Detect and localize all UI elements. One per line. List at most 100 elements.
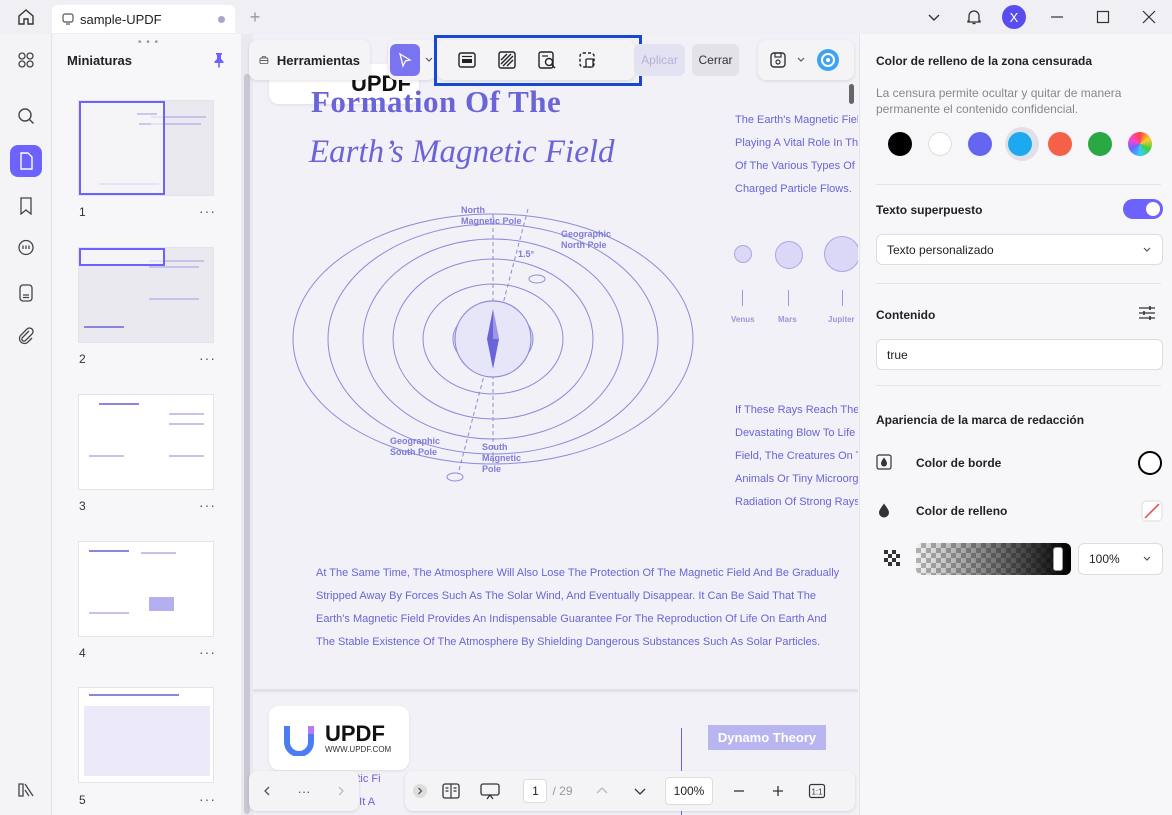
overlay-text-option: Texto personalizado — [887, 242, 994, 257]
page-thumbnail-1[interactable] — [78, 100, 214, 196]
swatch-sky-blue[interactable] — [1008, 132, 1032, 156]
rail-active-background — [10, 145, 42, 177]
thumbnail-number-3: 3 — [79, 499, 86, 513]
extra-tools-group — [758, 40, 854, 80]
body-line-3: Earth's Magnetic Field Provides An Indis… — [316, 613, 827, 625]
page-layout-button[interactable] — [435, 771, 467, 811]
thumbnail-more-button-5[interactable]: ··· — [199, 791, 216, 807]
fill-color-row: Color de relleno — [876, 496, 1163, 526]
swatch-white[interactable] — [928, 132, 952, 156]
no-fill-swatch[interactable] — [1141, 500, 1163, 522]
chevron-left-icon[interactable] — [261, 785, 273, 797]
opacity-dropdown[interactable]: 100% — [1078, 543, 1163, 575]
chevron-right-icon[interactable] — [335, 785, 347, 797]
collapse-bar-button[interactable] — [405, 771, 435, 811]
swatch-red[interactable] — [1048, 132, 1072, 156]
presentation-icon — [480, 783, 500, 800]
thumbnail-more-button-3[interactable]: ··· — [199, 497, 216, 513]
left-tool-rail — [0, 34, 52, 815]
chevron-down-button[interactable] — [914, 0, 954, 34]
sliders-icon[interactable] — [1138, 304, 1156, 322]
declination-angle-label: 1.5° — [518, 249, 535, 259]
body-line-2: Stripped Away By Forces Such As The Sola… — [316, 590, 816, 602]
content-input[interactable] — [876, 339, 1163, 370]
drag-handle[interactable]: • • • — [138, 37, 159, 48]
select-tool-button[interactable] — [390, 44, 420, 76]
rail-item-comments[interactable] — [0, 226, 52, 270]
page-thumbnail-5[interactable] — [78, 687, 214, 783]
swatch-indigo[interactable] — [968, 132, 992, 156]
magnetic-field-diagram — [292, 208, 694, 482]
rail-item-bookmarks[interactable] — [0, 184, 52, 228]
notifications-button[interactable] — [954, 0, 994, 34]
page-thumbnail-2[interactable] — [78, 247, 214, 343]
maximize-button[interactable] — [1080, 0, 1126, 34]
tools-button[interactable]: Herramientas — [249, 40, 370, 80]
planet-label-jupiter: Jupiter — [828, 315, 855, 324]
swatch-custom-color[interactable] — [1128, 132, 1152, 156]
thumbnails-title: Miniaturas — [67, 52, 133, 68]
redaction-tools-highlight — [434, 35, 642, 86]
rail-item-layers[interactable] — [0, 768, 52, 812]
rail-item-thumbnails[interactable] — [0, 139, 52, 183]
previous-page-button[interactable] — [583, 771, 621, 811]
logo-url: WWW.UPDF.COM — [325, 744, 392, 754]
close-redaction-button[interactable]: Cerrar — [692, 44, 739, 76]
thumbnail-more-button-2[interactable]: ··· — [199, 350, 216, 366]
page-thumbnail-3[interactable] — [78, 394, 214, 490]
chevron-down-icon[interactable] — [424, 55, 434, 65]
document-scrollbar[interactable] — [849, 84, 854, 104]
zoom-out-button[interactable] — [719, 771, 759, 811]
chevron-right-circle-icon — [413, 784, 427, 798]
next-page-button[interactable] — [621, 771, 659, 811]
account-button[interactable]: X — [994, 0, 1034, 34]
presentation-button[interactable] — [467, 771, 513, 811]
ai-assistant-icon[interactable] — [816, 48, 840, 72]
close-window-button[interactable] — [1126, 0, 1172, 34]
thumbnails-scrollbar[interactable] — [241, 34, 253, 815]
more-options-button[interactable]: ··· — [297, 784, 310, 799]
rail-item-search[interactable] — [0, 94, 52, 138]
border-color-swatch[interactable] — [1137, 450, 1163, 476]
opacity-slider[interactable] — [916, 543, 1071, 575]
grid-icon — [18, 52, 34, 68]
save-icon[interactable] — [768, 50, 788, 70]
content-title: Contenido — [876, 308, 936, 322]
page-thumbnail-4[interactable] — [78, 541, 214, 637]
home-button[interactable] — [0, 0, 52, 34]
rail-item-organize[interactable] — [0, 38, 52, 82]
overlay-text-toggle[interactable] — [1123, 199, 1163, 219]
page-nav-group: ··· — [249, 771, 359, 811]
paperclip-icon — [18, 327, 34, 345]
thumbnail-more-button-4[interactable]: ··· — [199, 644, 216, 660]
thumbnail-more-button-1[interactable]: ··· — [199, 203, 216, 219]
right-paragraph-2-line-3: Field, The Creatures On T — [735, 450, 858, 462]
add-tab-button[interactable]: + — [235, 7, 275, 28]
pin-icon[interactable] — [211, 52, 227, 68]
page-icon — [20, 152, 33, 170]
north-magnetic-pole-label: North Magnetic Pole — [461, 205, 522, 226]
chevron-down-icon[interactable] — [796, 55, 806, 65]
chevron-down-icon — [1143, 556, 1151, 561]
actual-size-button[interactable]: 1:1 — [797, 771, 837, 811]
thumbnail-number-5: 5 — [79, 793, 86, 807]
border-color-row: Color de borde — [876, 448, 1163, 478]
chevron-down-icon — [928, 14, 940, 21]
document-tab[interactable]: sample-UPDF — [52, 5, 235, 33]
bell-icon — [967, 10, 981, 25]
overlay-text-dropdown[interactable]: Texto personalizado — [876, 234, 1163, 265]
layers-icon — [18, 783, 34, 797]
rail-item-attachments[interactable] — [0, 314, 52, 358]
body-line-4: The Stable Existence Of The Atmosphere B… — [316, 636, 821, 648]
apply-button[interactable]: Aplicar — [634, 44, 685, 76]
planet-label-venus: Venus — [731, 315, 755, 324]
swatch-black[interactable] — [888, 132, 912, 156]
minimize-button[interactable] — [1034, 0, 1080, 34]
rail-item-attachments-list[interactable] — [0, 271, 52, 315]
opacity-slider-handle[interactable] — [1053, 547, 1063, 571]
avatar: X — [1002, 5, 1026, 29]
zoom-input[interactable]: 100% — [665, 777, 713, 805]
swatch-green[interactable] — [1088, 132, 1112, 156]
zoom-in-button[interactable] — [759, 771, 797, 811]
current-page-input[interactable]: 1 — [523, 779, 548, 803]
